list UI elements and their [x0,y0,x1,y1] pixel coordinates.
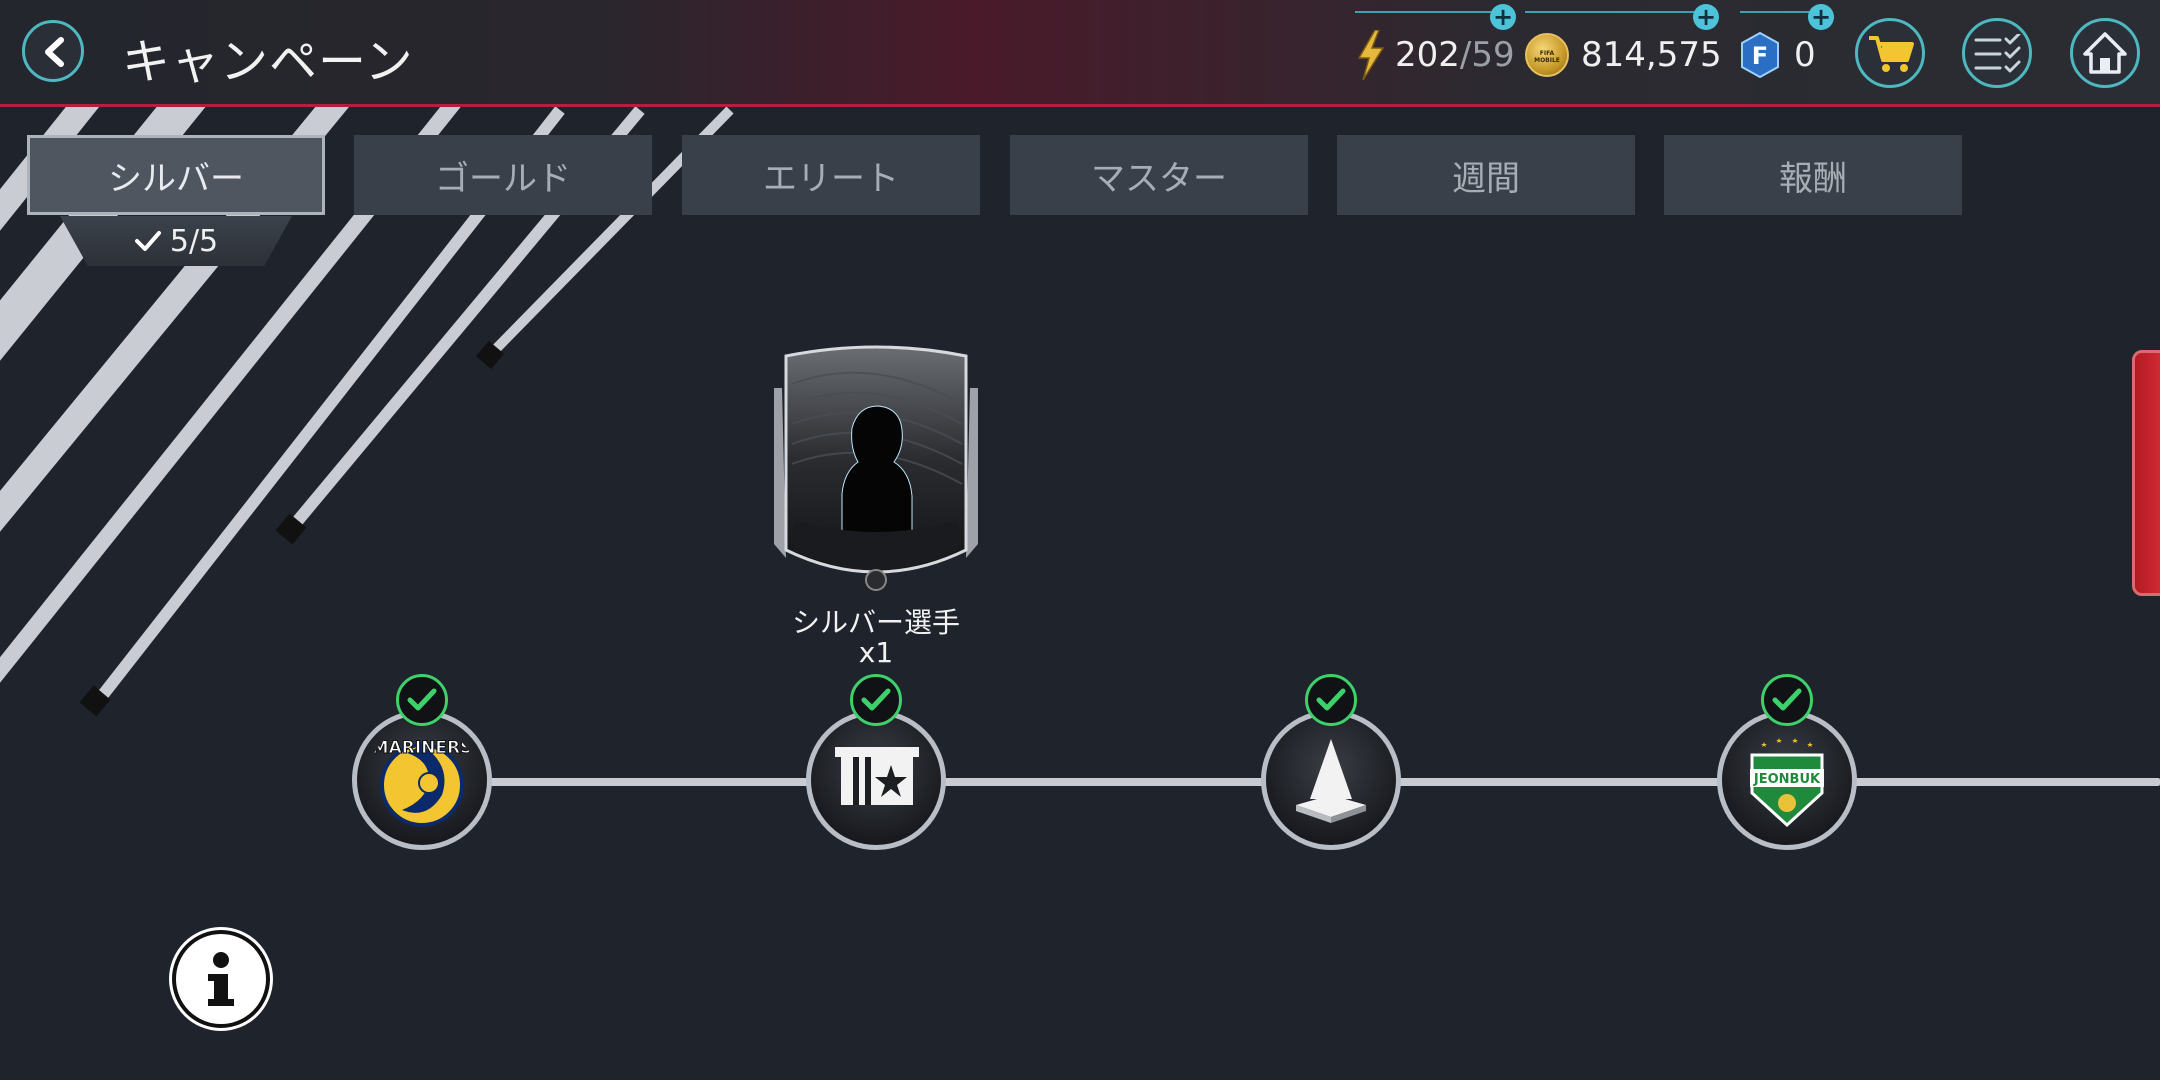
check-icon [1316,688,1346,711]
check-icon [861,688,891,711]
stage-node-reward-pack[interactable] [806,710,946,850]
check-icon [134,231,161,251]
next-reward-card[interactable] [2132,350,2160,596]
stamina-counter: + 202/59 [1355,4,1516,80]
tab-weekly[interactable]: 週間 [1337,135,1635,215]
tab-rewards[interactable]: 報酬 [1664,135,1962,215]
mariners-crest-icon: MARINERS [371,738,473,827]
tab-elite[interactable]: エリート [682,135,980,215]
stage-complete-check [396,674,448,726]
info-icon [208,952,234,1006]
coin-icon: FIFA MOBILE [1525,33,1569,77]
jeonbuk-crest-icon: JEONBUK [1750,738,1824,828]
fp-letter: F [1752,42,1768,70]
home-icon [2083,32,2127,74]
add-fifa-points-button[interactable]: + [1808,4,1834,30]
reward-name: シルバー選手 [791,606,960,639]
training-cone-icon [1296,739,1366,823]
tab-gold[interactable]: ゴールド [354,135,652,215]
chevron-left-icon [45,37,64,67]
silver-player-card[interactable] [772,344,980,594]
coin-logo-text: FIFA MOBILE [1534,50,1560,64]
page-title: キャンペーン [122,34,414,90]
tab-progress-badge: 5/5 [60,216,292,266]
cart-icon [1869,36,1914,72]
home-button[interactable] [2070,18,2140,88]
add-coins-button[interactable]: + [1693,4,1719,30]
checklist-icon [1974,34,2021,73]
add-stamina-button[interactable]: + [1490,4,1516,30]
jeonbuk-text: JEONBUK [1753,772,1821,787]
top-bar: キャンペーン + 202/59 + FIFA MOBILE 814,575 + … [0,0,2160,107]
back-button[interactable] [22,20,84,82]
gift-box-icon [835,747,919,805]
stage-complete-check [850,674,902,726]
info-button[interactable] [172,930,270,1028]
tab-master[interactable]: マスター [1010,135,1308,215]
store-button[interactable] [1855,18,1925,88]
check-icon [407,688,437,711]
coin-counter: + FIFA MOBILE 814,575 [1525,4,1722,80]
progress-text: 5/5 [169,223,219,259]
stage-complete-check [1305,674,1357,726]
reward-label: シルバー選手 x1 [760,608,992,668]
fifa-points-amount: 0 [1794,35,1816,75]
lightning-icon [1357,30,1385,80]
objectives-button[interactable] [1962,18,2032,88]
stage-node-jeonbuk[interactable]: JEONBUK [1717,710,1857,850]
fifa-points-icon: F [1741,32,1779,78]
stage-node-mariners[interactable]: MARINERS [352,710,492,850]
stamina-current: 202 [1395,35,1460,75]
tab-silver[interactable]: シルバー [27,135,325,215]
reward-quantity: x1 [858,636,894,669]
stage-complete-check [1761,674,1813,726]
fifa-points-counter: + F 0 [1740,4,1834,80]
stamina-max: /59 [1459,35,1515,75]
check-icon [1772,688,1802,711]
stage-node-training[interactable] [1261,710,1401,850]
coin-amount: 814,575 [1581,35,1722,75]
mariners-text: MARINERS [372,738,473,758]
